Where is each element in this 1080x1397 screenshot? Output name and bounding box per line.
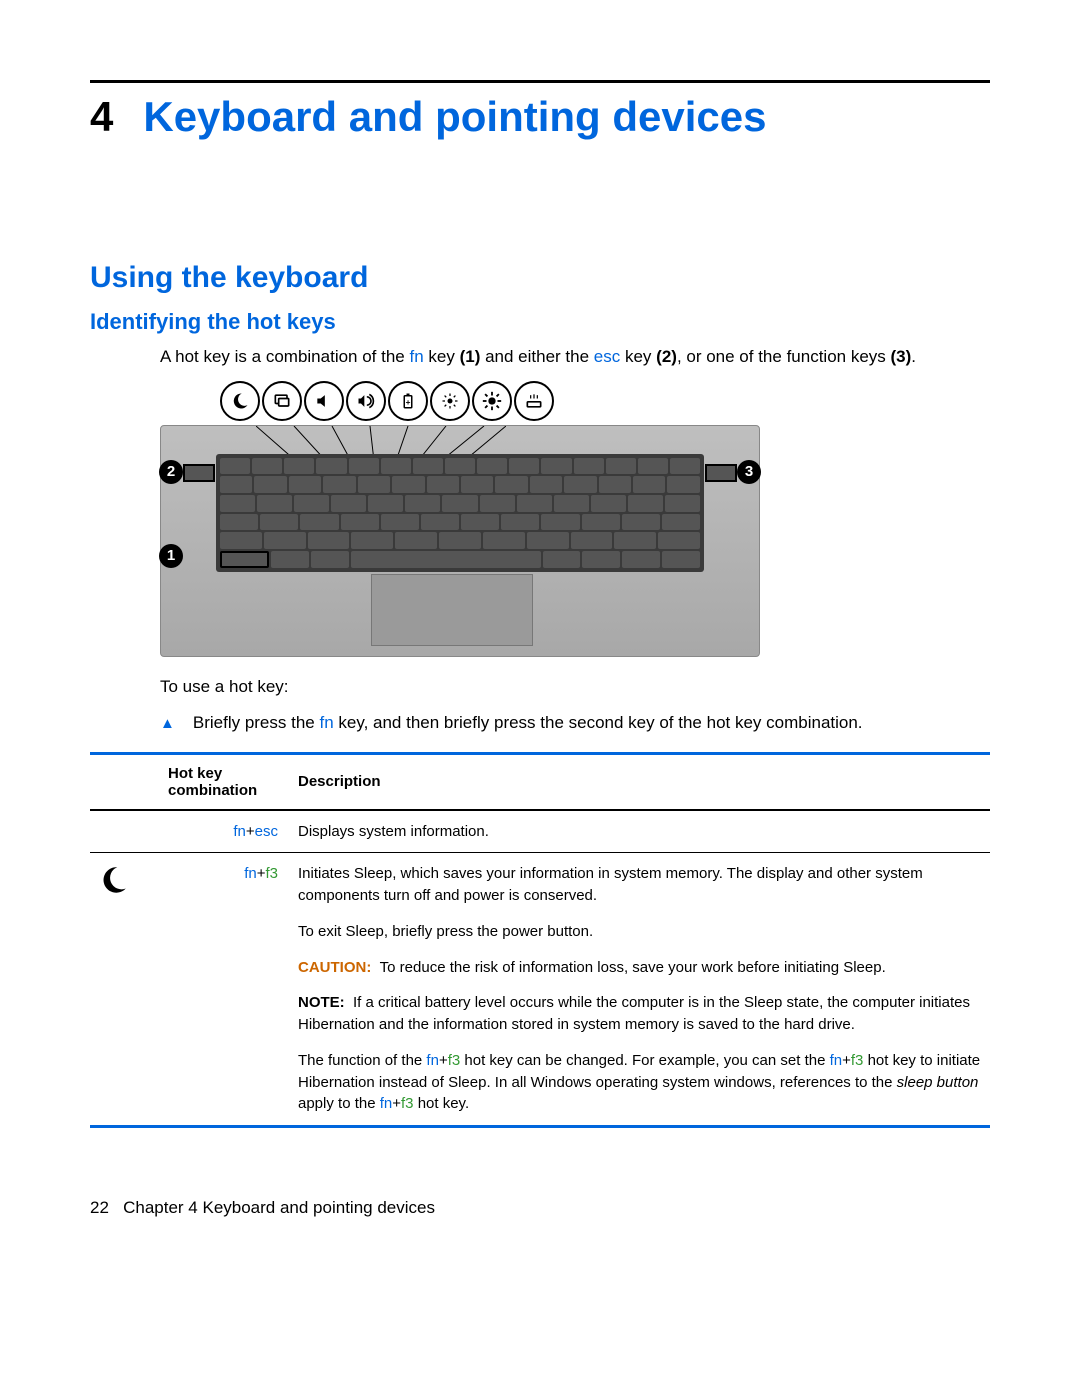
brightness-up-icon <box>472 381 512 421</box>
fn-key-label: fn <box>409 347 423 366</box>
col-description: Description <box>292 753 990 810</box>
mute-icon <box>304 381 344 421</box>
page-footer: 22 Chapter 4 Keyboard and pointing devic… <box>90 1198 990 1218</box>
sleep-icon <box>90 853 162 1127</box>
callout-1: 1 <box>159 544 183 568</box>
page-number: 22 <box>90 1198 109 1217</box>
chapter-title-text: Keyboard and pointing devices <box>143 93 766 140</box>
table-row: fn+esc Displays system information. <box>90 810 990 853</box>
touchpad <box>371 574 533 646</box>
step-row: ▲ Briefly press the fn key, and then bri… <box>160 713 990 734</box>
esc-key-label: esc <box>594 347 620 366</box>
triangle-bullet-icon: ▲ <box>160 713 175 734</box>
keyboard-light-icon <box>514 381 554 421</box>
battery-icon: + <box>388 381 428 421</box>
keyboard-keys <box>216 454 704 572</box>
callout-2: 2 <box>159 460 183 484</box>
desc-cell: Displays system information. <box>292 810 990 853</box>
chapter-number: 4 <box>90 93 113 140</box>
footer-label: Chapter 4 Keyboard and pointing devices <box>123 1198 435 1217</box>
section-heading: Using the keyboard <box>90 261 990 295</box>
hotkeys-table: Hot key combination Description fn+esc D… <box>90 752 990 1129</box>
function-key-highlight <box>705 464 737 482</box>
combo-cell: fn+esc <box>162 810 292 853</box>
desc-cell: Initiates Sleep, which saves your inform… <box>292 853 990 1127</box>
combo-cell: fn+f3 <box>162 853 292 1127</box>
intro-paragraph: A hot key is a combination of the fn key… <box>160 345 990 369</box>
esc-key-highlight <box>183 464 215 482</box>
volume-icon <box>346 381 386 421</box>
chapter-title: 4 Keyboard and pointing devices <box>90 93 990 141</box>
fn-key-label: fn <box>319 713 333 732</box>
col-hotkey: Hot key combination <box>162 753 292 810</box>
callout-3: 3 <box>737 460 761 484</box>
hotkey-icons-row: + <box>160 381 760 421</box>
keyboard-illustration: + 2 3 1 <box>160 381 760 657</box>
svg-text:+: + <box>406 398 411 407</box>
display-switch-icon <box>262 381 302 421</box>
subsection-heading: Identifying the hot keys <box>90 309 990 335</box>
to-use-label: To use a hot key: <box>160 675 990 699</box>
sleep-icon <box>220 381 260 421</box>
table-row: fn+f3 Initiates Sleep, which saves your … <box>90 853 990 1127</box>
brightness-down-icon <box>430 381 470 421</box>
